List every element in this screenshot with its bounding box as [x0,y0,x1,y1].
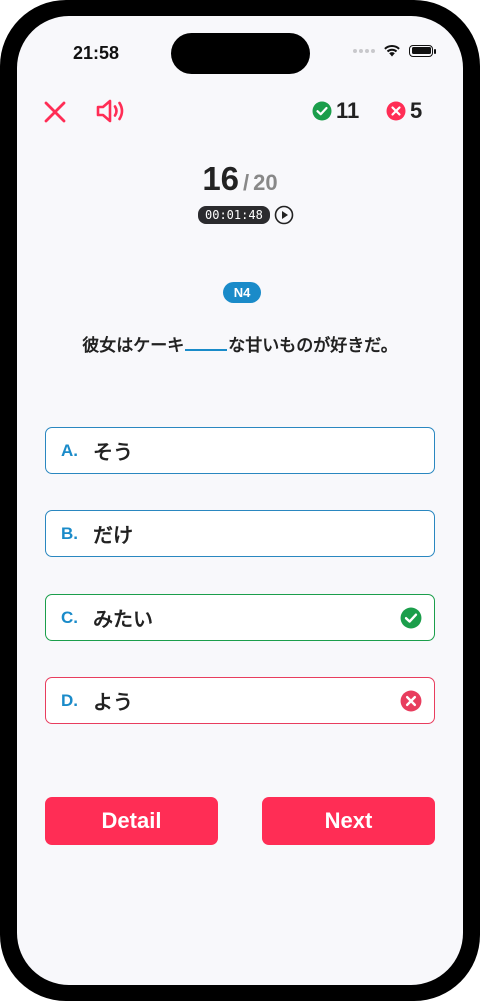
timer-row: 00:01:48 [198,205,294,225]
total-questions: 20 [253,170,278,195]
check-circle-icon [400,607,422,629]
close-button[interactable] [43,100,67,124]
phone-frame: 21:58 11 5 16 / 20 00:01:48 N4 彼女はケーキ な甘… [0,0,480,1001]
option-a[interactable]: A. そう [45,427,435,474]
option-letter: A. [61,440,78,460]
x-circle-icon [386,101,406,121]
level-badge: N4 [223,282,261,303]
elapsed-timer: 00:01:48 [198,206,270,224]
cellular-signal-icon [353,48,375,53]
sound-button[interactable] [95,97,129,125]
close-icon [44,101,66,123]
option-text: みたい [93,607,153,631]
option-letter: D. [61,690,78,710]
option-text: だけ [93,523,133,547]
wrong-count: 5 [386,98,422,124]
wrong-count-value: 5 [410,98,423,123]
current-question: 16 [202,160,240,197]
check-circle-icon [312,101,332,121]
detail-button[interactable]: Detail [45,797,218,845]
correct-count-value: 11 [336,98,360,123]
speaker-icon [96,99,124,123]
next-button[interactable]: Next [262,797,435,845]
status-time: 21:58 [73,43,120,63]
status-icons [353,44,436,57]
option-text: そう [93,440,133,464]
option-text: よう [93,690,133,714]
option-b[interactable]: B. だけ [45,510,435,557]
correct-count: 11 [312,98,359,124]
question-after-blank: な甘いものが好きだ。 [228,336,398,356]
x-circle-icon [400,690,422,712]
question-progress: 16/20 [17,160,463,198]
battery-icon [409,44,436,57]
option-letter: B. [61,523,78,543]
option-c[interactable]: C. みたい [45,594,435,641]
play-circle-icon[interactable] [274,205,294,225]
dynamic-island [171,33,310,74]
app-screen: 21:58 11 5 16 / 20 00:01:48 N4 彼女はケーキ な甘… [17,16,463,985]
wifi-icon [384,44,400,57]
option-d[interactable]: D. よう [45,677,435,724]
question-blank [185,332,228,351]
question-before-blank: 彼女はケーキ [82,336,185,356]
progress-separator: / [243,170,250,195]
question-text: 彼女はケーキ な甘いものが好きだ。 [17,331,463,356]
option-letter: C. [61,607,78,627]
